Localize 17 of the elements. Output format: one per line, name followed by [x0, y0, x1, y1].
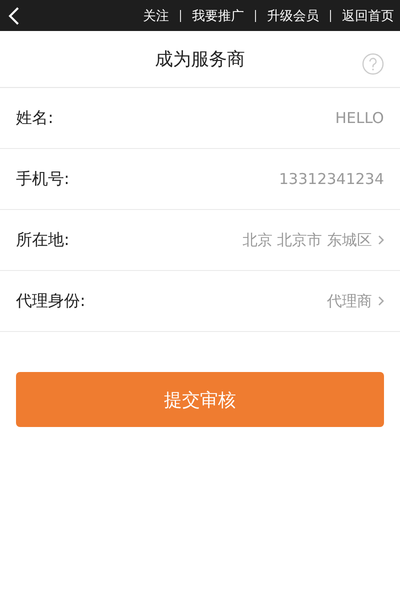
nav-link[interactable]: 返回首页: [331, 6, 394, 24]
select-value[interactable]: 北京 北京市 东城区: [242, 230, 372, 250]
back-icon[interactable]: [8, 6, 20, 24]
chevron-right-icon: [378, 235, 384, 245]
page-title: 成为服务商: [155, 48, 245, 71]
nav-link[interactable]: 升级会员: [256, 6, 330, 24]
nav-link[interactable]: 关注: [132, 6, 180, 24]
submit-button[interactable]: 提交审核: [16, 372, 384, 427]
input-field[interactable]: HELLO: [164, 109, 384, 127]
nav-link[interactable]: 我要推广: [181, 6, 255, 24]
select-value[interactable]: 代理商: [327, 292, 372, 310]
input-field[interactable]: 13312341234: [164, 170, 384, 188]
field-label: 姓名:: [16, 108, 54, 128]
field-label: 代理身份:: [16, 290, 86, 312]
chevron-right-icon: [378, 296, 384, 306]
field-label: 手机号:: [16, 168, 70, 190]
field-label: 所在地:: [16, 230, 70, 250]
